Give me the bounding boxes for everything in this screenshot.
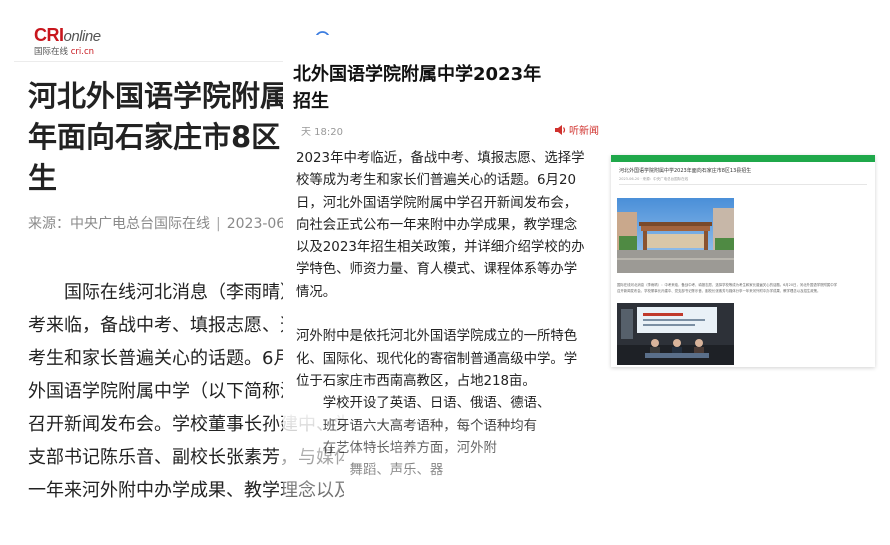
thumb-article-title: 河北外国语学院附属中学2023年面向石家庄市8区13县招生 xyxy=(619,168,752,174)
press-conference-photo xyxy=(617,303,734,365)
article-page-mobile: 北外国语学院附属中学2023年 招生 天 18:20 听新闻 2023年中考临近… xyxy=(283,35,605,545)
article-meta: 来源：中央广电总台国际在线 | 2023-06-20 xyxy=(28,216,309,232)
news-page-thumbnail: 河北外国语学院附属中学2023年面向石家庄市8区13县招生 2023-06-20… xyxy=(611,155,875,367)
site-logo[interactable]: CRIonline 国际在线 cri.cn xyxy=(34,26,101,57)
logo-domain: cri.cn xyxy=(70,47,95,57)
listen-news-button[interactable]: 听新闻 xyxy=(555,122,599,137)
green-header-bar xyxy=(611,155,875,162)
mobile-article-time: 天 18:20 xyxy=(301,127,343,138)
divider xyxy=(619,184,867,185)
mobile-article-body: 2023年中考临近，备战中考、填报志愿、选择学 校等成为考生和家长们普遍关心的话… xyxy=(296,151,585,479)
thumb-article-caption: 国际在线河北消息（李雨晴）：中考来临，备战中考、填报志愿、选择学校等成为考生和家… xyxy=(617,283,838,293)
logo-brand-grey: online xyxy=(63,28,102,45)
mobile-article-title: 北外国语学院附属中学2023年 招生 xyxy=(293,64,542,112)
article-source: 来源：中央广电总台国际在线 xyxy=(28,216,210,232)
logo-brand-red: CRI xyxy=(34,25,64,45)
listen-news-label: 听新闻 xyxy=(569,126,599,137)
thumb-article-meta: 2023-06-20 · 来源：中央广电总台国际在线 xyxy=(619,177,689,181)
logo-cn-name: 国际在线 xyxy=(34,47,69,57)
speaker-icon xyxy=(555,125,566,135)
school-gate-photo xyxy=(617,198,734,273)
